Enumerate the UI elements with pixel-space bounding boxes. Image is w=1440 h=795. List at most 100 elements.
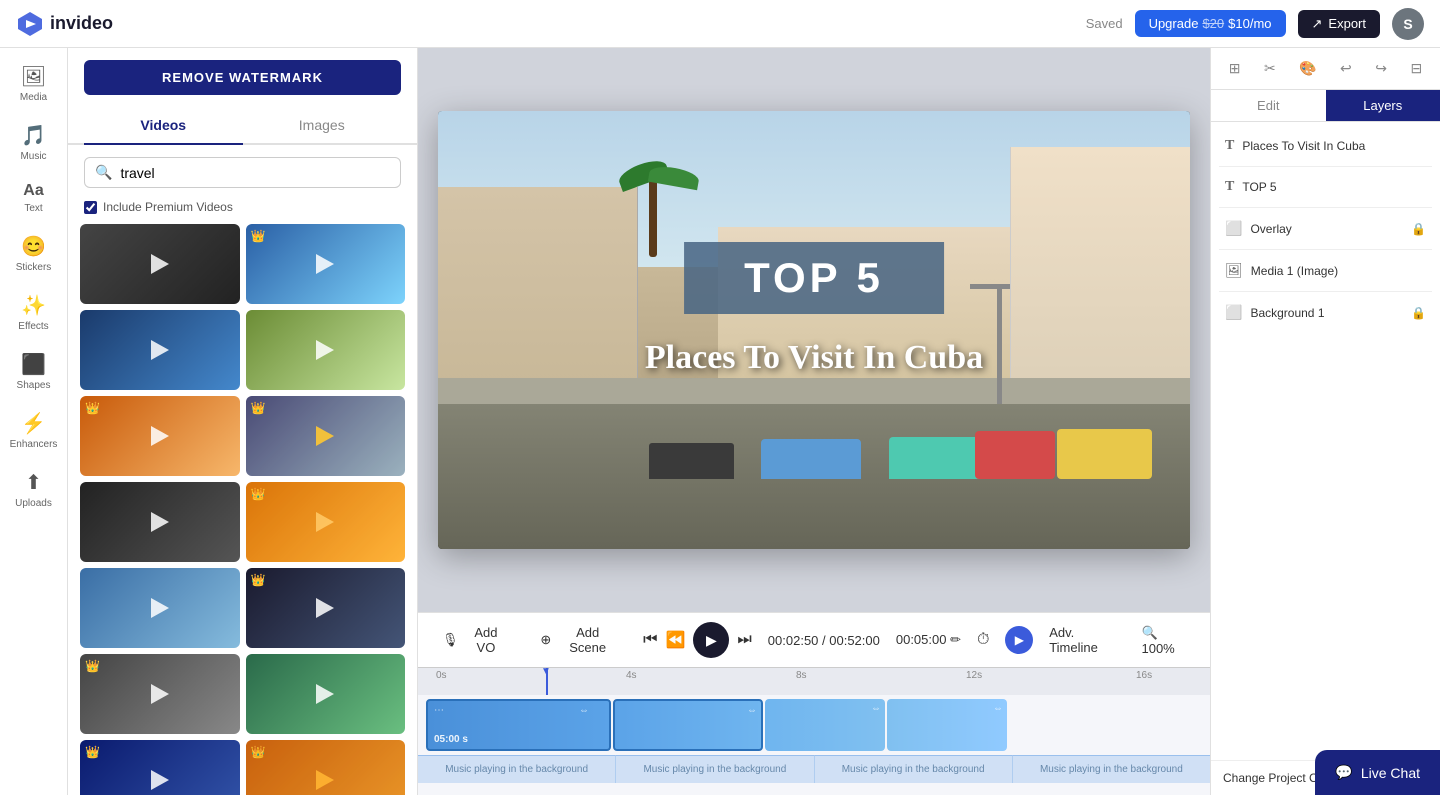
clip-2[interactable]: ⇔ bbox=[613, 699, 763, 751]
zoom-icon: 🔍 bbox=[1141, 625, 1157, 640]
grid-view-button[interactable]: ⊞ bbox=[1223, 56, 1247, 81]
layer-media1[interactable]: 🖼 Media 1 (Image) bbox=[1219, 254, 1432, 287]
music-label-2: Music playing in the background bbox=[643, 764, 786, 775]
color-button[interactable]: 🎨 bbox=[1293, 56, 1322, 81]
sidebar-item-effects[interactable]: ✨ Effects bbox=[4, 285, 64, 340]
uploads-label: Uploads bbox=[15, 498, 52, 509]
clip-1[interactable]: ⋯ ⇔ 05:00 s bbox=[426, 699, 611, 751]
play-fast-button[interactable]: ▶ bbox=[1005, 626, 1033, 654]
clip-4[interactable]: ⇔ bbox=[887, 699, 1007, 751]
sidebar-item-music[interactable]: 🎵 Music bbox=[4, 115, 64, 170]
video-thumb-2[interactable]: 👑 bbox=[246, 224, 406, 304]
image-layer-icon: 🖼 bbox=[1225, 262, 1243, 279]
add-vo-label: Add VO bbox=[464, 625, 509, 655]
music-clip-2: Music playing in the background bbox=[616, 755, 814, 783]
video-thumb-4[interactable] bbox=[246, 310, 406, 390]
layer-background1[interactable]: ⬜ Background 1 🔒 bbox=[1219, 296, 1432, 329]
sidebar-item-shapes[interactable]: ⬛ Shapes bbox=[4, 344, 64, 399]
video-thumb-5[interactable]: 👑 bbox=[80, 396, 240, 476]
ruler-marks: 0s 4s 8s 12s 16s 20s bbox=[426, 668, 1202, 695]
add-scene-button[interactable]: ⊕ Add Scene bbox=[532, 621, 627, 659]
music-track-row: Music playing in the background Music pl… bbox=[418, 755, 1210, 783]
crop-button[interactable]: ✂ bbox=[1258, 56, 1282, 81]
export-button[interactable]: ↗ Export bbox=[1298, 10, 1380, 38]
sidebar-item-text[interactable]: Aa Text bbox=[4, 174, 64, 222]
search-box: 🔍 bbox=[84, 157, 401, 188]
video-thumb-14[interactable]: 👑 bbox=[246, 740, 406, 795]
clip-time-display: 00:05:00 ✏ bbox=[896, 632, 961, 648]
video-thumb-9[interactable] bbox=[80, 568, 240, 648]
sidebar-item-enhancers[interactable]: ⚡ Enhancers bbox=[4, 403, 64, 458]
timer-button[interactable]: ⏱ bbox=[977, 631, 989, 649]
stickers-icon: 😊 bbox=[21, 234, 46, 259]
video-thumb-1[interactable] bbox=[80, 224, 240, 304]
top5-text: TOP 5 bbox=[744, 254, 884, 302]
video-thumb-10[interactable]: 👑 bbox=[246, 568, 406, 648]
search-input[interactable] bbox=[120, 165, 390, 181]
new-price: $10/mo bbox=[1228, 16, 1271, 31]
clip-duration-1: 05:00 s bbox=[434, 734, 468, 745]
premium-check-row: Include Premium Videos bbox=[68, 200, 417, 224]
sidebar-item-media[interactable]: 🖼 Media bbox=[4, 56, 64, 111]
zoom-level: 100% bbox=[1141, 641, 1174, 656]
media-tabs: Videos Images bbox=[68, 107, 417, 145]
tab-edit[interactable]: Edit bbox=[1211, 90, 1326, 121]
sidebar-item-uploads[interactable]: ⬆ Uploads bbox=[4, 462, 64, 517]
bg-lock-icon: 🔒 bbox=[1411, 306, 1426, 320]
media-icon: 🖼 bbox=[21, 64, 46, 89]
music-clip-4: Music playing in the background bbox=[1013, 755, 1210, 783]
video-thumb-13[interactable]: 👑 bbox=[80, 740, 240, 795]
user-avatar-button[interactable]: S bbox=[1392, 8, 1424, 40]
timeline-tracks: ⋯ ⇔ 05:00 s ⇔ ⇔ ⇔ Mus bbox=[418, 695, 1210, 795]
upgrade-button[interactable]: Upgrade $20 $10/mo bbox=[1135, 10, 1286, 37]
redo-button[interactable]: ↪ bbox=[1369, 56, 1393, 81]
sidebar-item-stickers[interactable]: 😊 Stickers bbox=[4, 226, 64, 281]
include-premium-label: Include Premium Videos bbox=[103, 200, 233, 214]
icon-sidebar: 🖼 Media 🎵 Music Aa Text 😊 Stickers ✨ Eff… bbox=[0, 48, 68, 795]
music-icon: 🎵 bbox=[21, 123, 46, 148]
minus-button[interactable]: ⊟ bbox=[1404, 56, 1428, 81]
undo-button[interactable]: ↩ bbox=[1334, 56, 1358, 81]
track-clips: ⋯ ⇔ 05:00 s ⇔ ⇔ ⇔ bbox=[418, 695, 1210, 755]
skip-forward-button[interactable]: ⏭ bbox=[737, 631, 751, 649]
video-thumb-12[interactable] bbox=[246, 654, 406, 734]
remove-watermark-button[interactable]: REMOVE WATERMARK bbox=[84, 60, 401, 95]
layer-media1-name: Media 1 (Image) bbox=[1251, 264, 1426, 278]
total-time: 00:52:00 bbox=[829, 633, 880, 648]
add-vo-button[interactable]: 🎙 Add VO bbox=[434, 621, 516, 659]
live-chat-button[interactable]: 💬 Live Chat bbox=[1315, 750, 1440, 795]
video-thumb-11[interactable]: 👑 bbox=[80, 654, 240, 734]
video-background bbox=[438, 111, 1190, 549]
scene-back-button[interactable]: ⏪ bbox=[665, 630, 685, 650]
tab-layers[interactable]: Layers bbox=[1326, 90, 1440, 121]
center-area: TOP 5 Places To Visit In Cuba 🎙 Add VO ⊕… bbox=[418, 48, 1210, 795]
include-premium-checkbox[interactable] bbox=[84, 201, 97, 214]
right-toolbar: ⊞ ✂ 🎨 ↩ ↪ ⊟ bbox=[1211, 48, 1440, 90]
tab-videos[interactable]: Videos bbox=[84, 107, 243, 145]
video-thumb-6[interactable]: 👑 bbox=[246, 396, 406, 476]
play-button[interactable]: ▶ bbox=[693, 622, 729, 658]
upgrade-label: Upgrade bbox=[1149, 16, 1199, 31]
music-label: Music bbox=[20, 151, 46, 162]
canvas-container: TOP 5 Places To Visit In Cuba bbox=[418, 48, 1210, 612]
clip-3[interactable]: ⇔ bbox=[765, 699, 885, 751]
video-thumb-7[interactable] bbox=[80, 482, 240, 562]
add-icon: ⊕ bbox=[540, 632, 551, 648]
layer-title[interactable]: T Places To Visit In Cuba bbox=[1219, 130, 1432, 162]
layer-divider-4 bbox=[1219, 291, 1432, 292]
transport-controls: ⏮ ⏪ ▶ ⏭ bbox=[643, 622, 752, 658]
video-thumb-8[interactable]: 👑 bbox=[246, 482, 406, 562]
tab-images[interactable]: Images bbox=[243, 107, 402, 145]
overlay-layer-icon: ⬜ bbox=[1225, 220, 1242, 237]
uploads-icon: ⬆ bbox=[25, 470, 42, 495]
layer-top5[interactable]: T TOP 5 bbox=[1219, 171, 1432, 203]
layer-overlay[interactable]: ⬜ Overlay 🔒 bbox=[1219, 212, 1432, 245]
skip-back-button[interactable]: ⏮ bbox=[643, 631, 657, 649]
enhancers-label: Enhancers bbox=[10, 439, 58, 450]
shapes-icon: ⬛ bbox=[21, 352, 46, 377]
adv-timeline-button[interactable]: Adv. Timeline bbox=[1049, 625, 1125, 655]
edit-clip-icon[interactable]: ✏ bbox=[950, 632, 961, 647]
layer-top5-name: TOP 5 bbox=[1242, 180, 1426, 194]
layer-divider-2 bbox=[1219, 207, 1432, 208]
video-thumb-3[interactable] bbox=[80, 310, 240, 390]
